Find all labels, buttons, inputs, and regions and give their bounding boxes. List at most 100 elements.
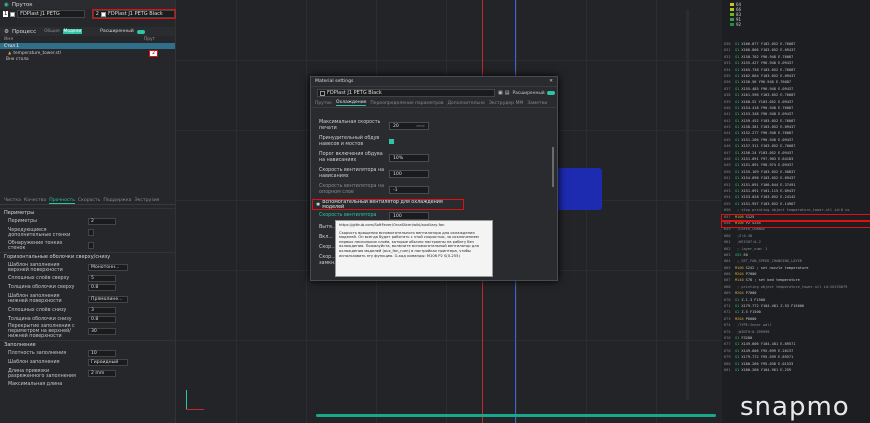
close-icon[interactable]: ✕ [549, 79, 553, 84]
tab-support[interactable]: Поддержка [103, 198, 131, 203]
gcode-line-number: 652 [724, 182, 731, 187]
gcode-args: X149.606 Y104.481 E.89571 [741, 342, 796, 347]
aux-fan-header[interactable]: ✱ Вспомогательный вентилятор для охлажде… [312, 199, 464, 210]
gcode-args: X162.664 Y103.052 E.09437 [741, 73, 796, 78]
layer-slider[interactable] [316, 414, 716, 417]
bottom-thick-input[interactable]: 0.8 [88, 315, 116, 323]
gcode-line-number: 633 [724, 61, 731, 66]
bottom-thick-row: Толщина оболочки снизу 0.8 [0, 315, 175, 324]
tab-speed[interactable]: Скорость [78, 198, 100, 203]
density-row: Плотность заполнения 10 [0, 349, 175, 358]
tab-cooling[interactable]: Охлаждение [336, 100, 367, 106]
gcode-command: G1 [735, 163, 740, 168]
mode-objects-tab[interactable]: Модели [62, 29, 83, 34]
gcode-line-number: 664 [724, 259, 731, 264]
mode-global-tab[interactable]: Общие [44, 29, 60, 34]
tab-extrusion[interactable]: Экструзия [134, 198, 159, 203]
plate-label: Стол 1 [4, 43, 19, 49]
alt-wall-checkbox[interactable] [88, 229, 94, 237]
gcode-command: M140 [735, 278, 744, 283]
preset-select[interactable]: FDPlast J1 PETG Black [317, 89, 495, 97]
overhang-fan-input[interactable]: 100 [389, 170, 429, 178]
gcode-args: X158.702 Y96.948 E.76087 [741, 54, 794, 59]
gcode-args: ; stop printing object temperature_tower… [737, 208, 850, 213]
aux-fan-speed-input[interactable]: 100 [389, 212, 429, 220]
overhang-threshold-input[interactable]: 10% [389, 154, 429, 162]
object-row[interactable]: ▲ temperature_tower.stl 2 [0, 49, 175, 57]
gcode-command: M106 [735, 214, 744, 219]
filament-1-color[interactable] [10, 11, 16, 17]
fan-max-speed-input[interactable]: 20 мм/с [389, 122, 429, 130]
process-icon: ⚙ [4, 28, 9, 35]
process-section-header[interactable]: ⚙ Процесс Общие Модели Расширенный [0, 27, 175, 36]
tab-advanced[interactable]: Дополнительно [447, 101, 484, 106]
dialog-title: Material settings [315, 79, 354, 84]
pattern-select[interactable]: Гироидный [88, 359, 128, 367]
tab-notes[interactable]: Заметки [527, 101, 547, 106]
outside-plate-row[interactable]: Вне стола [0, 57, 175, 64]
anchor-input[interactable]: 2 mm [88, 370, 116, 378]
object-list-header: Имя Прут [0, 36, 175, 43]
top-pattern-select[interactable]: Монотонн... [88, 264, 128, 272]
delete-icon[interactable]: ▤ [505, 90, 510, 96]
dialog-scrollbar[interactable] [552, 147, 554, 187]
gcode-line[interactable]: 681 G1 X180.266 Y104.961 E.259 [722, 368, 870, 374]
filament-1-select[interactable]: FDPlast J1 PETG [17, 10, 85, 18]
layer-slider-vertical[interactable] [686, 10, 689, 400]
force-cooling-checkbox[interactable] [389, 139, 394, 144]
support-fan-input[interactable]: -1 [389, 186, 429, 194]
gcode-line-number: 637 [724, 86, 731, 91]
tab-mm-extruder[interactable]: Экструдер ММ [489, 101, 523, 106]
gcode-command: G1 [735, 201, 740, 206]
tab-quality[interactable]: Качество [24, 198, 46, 203]
save-icon[interactable]: ▣ [498, 90, 503, 96]
gcode-command: G1 [735, 304, 740, 309]
bottom-layers-input[interactable]: 3 [88, 306, 116, 314]
aux-fan-title: Вспомогательный вентилятор для охлаждени… [322, 199, 443, 210]
density-input[interactable]: 10 [88, 350, 116, 358]
legend-item: 92 [730, 22, 862, 27]
bottom-pattern-row: Шаблон заполнения нижней поверхности Прям… [0, 293, 175, 306]
top-thick-input[interactable]: 0.8 [88, 284, 116, 292]
filament-2-color [100, 11, 106, 17]
strength-settings: Периметры Периметры 2 Чередующиеся дополн… [0, 208, 175, 390]
top-thick-row: Толщина оболочки сверху 0.8 [0, 283, 175, 292]
gcode-command: G1 [735, 54, 740, 59]
group-shells: Горизонтальные оболочки сверху/снизу [0, 252, 175, 261]
gcode-args: X152.277 Y96.948 E.76087 [741, 131, 794, 136]
advanced-toggle[interactable] [136, 29, 145, 34]
bottom-pattern-select[interactable]: Прямолине... [88, 295, 128, 303]
walls-input[interactable]: 2 [88, 218, 116, 226]
gcode-args: ;WIDTH:0.399999 [737, 329, 770, 334]
gcode-line-number: 656 [724, 208, 731, 213]
gcode-command: G1 [735, 48, 740, 53]
gcode-listing[interactable]: 630 G1 X166.877 Y102.052 E.76087 631 G1 X166.… [721, 42, 870, 374]
tab-cleaning[interactable]: Чистка [4, 198, 21, 203]
gcode-command: G1 [735, 67, 740, 72]
gcode-args: X154.098 Y103.052 E.09437 [741, 176, 796, 181]
gcode-line-number: 669 [724, 291, 731, 296]
gcode-command: G1 [735, 80, 740, 85]
top-layers-input[interactable]: 5 [88, 275, 116, 283]
thin-walls-checkbox[interactable] [88, 242, 94, 250]
dialog-tabs: Пруток Охлаждение Переопределение параме… [311, 99, 557, 108]
tab-overrides[interactable]: Переопределение параметров [370, 101, 443, 106]
dialog-advanced-toggle[interactable] [546, 91, 555, 95]
gcode-line-number: 643 [724, 125, 731, 130]
max-anchor-row: Максимальная длина [8, 382, 63, 388]
fan-icon: ✱ [316, 201, 321, 208]
tab-strength[interactable]: Прочность [49, 198, 75, 204]
overlap-input[interactable]: 30 [88, 328, 116, 336]
gcode-line-number: 676 [724, 335, 731, 340]
gcode-command: G1 [735, 137, 740, 142]
aux-fan-speed-label: Скорость вентилятора [319, 213, 377, 218]
gcode-line-number: 673 [724, 316, 731, 321]
gcode-command: G1 [735, 367, 740, 372]
tab-filament[interactable]: Пруток [315, 101, 332, 106]
filament-2-select[interactable]: 2 FDPlast J1 PETG Black [91, 9, 176, 19]
preset-row: FDPlast J1 PETG Black ▣ ▤ Расширенный [311, 87, 557, 99]
object-filament-slot[interactable]: 2 [149, 49, 158, 57]
filament-section-header[interactable]: ◉ Пруток [0, 0, 175, 9]
gcode-line-number: 646 [724, 144, 731, 149]
tooltip-url[interactable]: https://github.com/SoftFever/OrcaSlicer/… [339, 223, 489, 228]
